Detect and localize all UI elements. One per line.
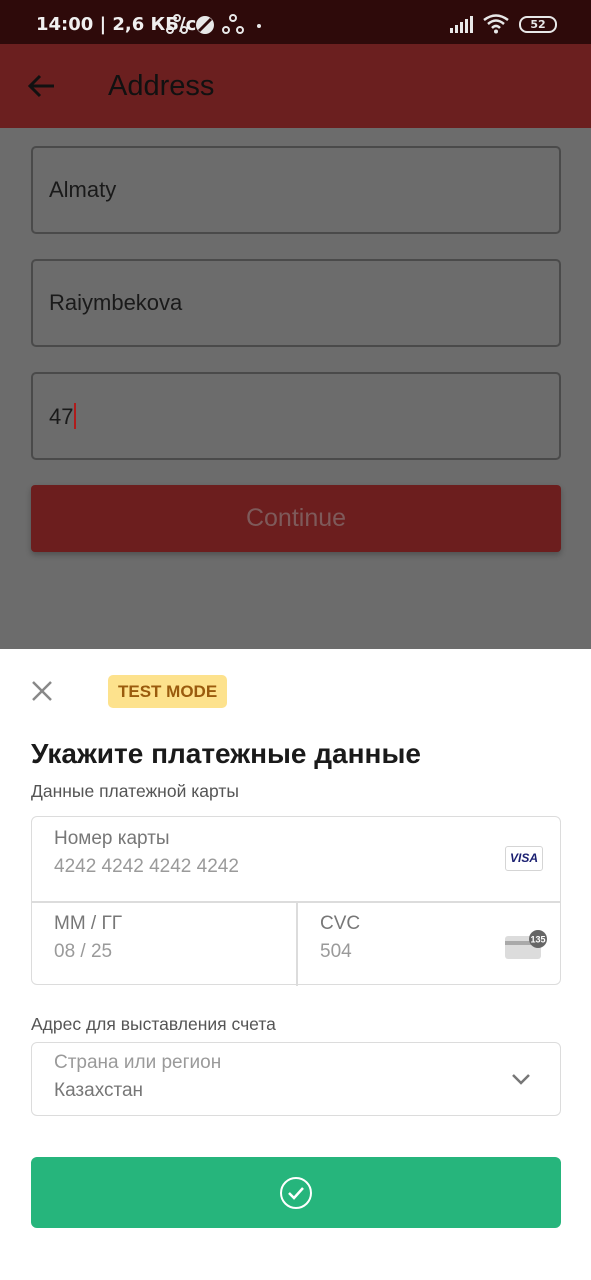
arrow-left-icon[interactable] — [26, 70, 58, 102]
confirm-payment-button[interactable] — [31, 1157, 561, 1228]
chevron-down-icon — [512, 1074, 530, 1085]
cvc-label: CVC — [320, 913, 361, 934]
notification-icons — [166, 14, 244, 36]
street-field[interactable]: Raiymbekova — [31, 259, 561, 347]
card-number-label: Номер карты — [54, 828, 170, 849]
street-value: Raiymbekova — [49, 290, 183, 315]
test-mode-badge: TEST MODE — [108, 675, 228, 708]
sync-icon — [166, 14, 188, 34]
page-title: Address — [108, 70, 215, 102]
visa-icon: VISA — [505, 846, 543, 871]
card-section-label: Данные платежной карты — [31, 781, 239, 801]
house-value-wrap: 47 — [49, 403, 77, 430]
expiry-value: 08 / 25 — [54, 941, 113, 962]
payment-sheet: TEST MODE Укажите платежные данные Данны… — [0, 649, 591, 1280]
sync-icon — [222, 14, 244, 34]
cvc-card-icon: 135 — [505, 930, 547, 959]
notification-dot — [257, 24, 261, 28]
text-cursor — [74, 403, 77, 429]
cvc-badge-text: 135 — [530, 935, 545, 945]
wifi-icon — [483, 14, 509, 34]
expiry-field[interactable]: ММ / ГГ 08 / 25 — [32, 902, 296, 986]
address-form: Almaty Raiymbekova 47 Continue — [0, 128, 591, 649]
billing-label: Адрес для выставления счета — [31, 1014, 276, 1034]
check-circle-icon — [280, 1177, 312, 1209]
blocked-icon — [196, 16, 214, 34]
close-icon[interactable] — [31, 680, 53, 702]
card-number-field[interactable]: Номер карты 4242 4242 4242 4242 VISA — [32, 817, 560, 901]
country-label: Страна или регион — [54, 1052, 222, 1073]
card-details-box: Номер карты 4242 4242 4242 4242 VISA ММ … — [31, 816, 561, 986]
city-field[interactable]: Almaty — [31, 146, 561, 234]
status-bar: 14:00 | 2,6 КБ/с 52 — [0, 0, 591, 44]
house-value: 47 — [49, 404, 74, 429]
system-icons: 52 — [449, 14, 557, 34]
cvc-value: 504 — [320, 941, 352, 962]
signal-icon — [450, 16, 473, 33]
country-select[interactable]: Страна или регион Казахстан — [31, 1042, 561, 1116]
app-bar: Address — [0, 44, 591, 128]
continue-button[interactable]: Continue — [31, 485, 561, 552]
battery-indicator: 52 — [519, 15, 557, 33]
city-value: Almaty — [49, 177, 117, 202]
sheet-title: Укажите платежные данные — [31, 738, 421, 769]
house-field[interactable]: 47 — [31, 372, 561, 460]
country-value: Казахстан — [54, 1080, 144, 1101]
card-number-value: 4242 4242 4242 4242 — [54, 856, 239, 877]
expiry-label: ММ / ГГ — [54, 913, 123, 934]
